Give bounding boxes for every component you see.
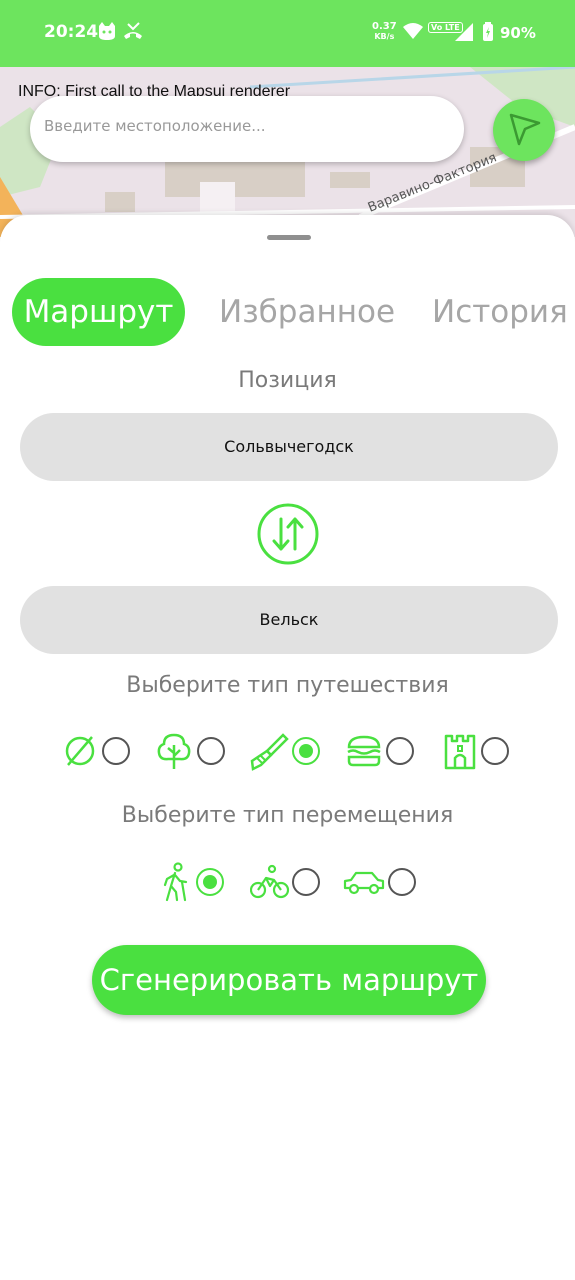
movement-option-car[interactable] — [342, 866, 416, 902]
burger-icon — [347, 735, 381, 767]
travel-radio-nature[interactable] — [197, 737, 225, 765]
tab-route[interactable]: Маршрут — [12, 278, 185, 346]
movement-option-walk[interactable] — [158, 862, 224, 906]
navigation-arrow-icon — [509, 113, 541, 146]
network-speed: 0.37 KB/s — [372, 22, 397, 42]
castle-icon — [444, 734, 476, 770]
position-label: Позиция — [238, 368, 337, 393]
paintbrush-icon — [250, 733, 289, 771]
status-time: 20:24 — [44, 22, 99, 42]
travel-option-none[interactable] — [62, 733, 130, 773]
travel-option-art[interactable] — [249, 731, 320, 775]
movement-radio-bike[interactable] — [292, 868, 320, 896]
signal-icon — [454, 22, 474, 46]
battery-icon — [482, 22, 494, 46]
net-speed-value: 0.37 — [372, 21, 397, 32]
movement-option-bike[interactable] — [249, 864, 320, 904]
movement-radio-car[interactable] — [388, 868, 416, 896]
missed-call-icon — [122, 20, 144, 46]
travel-radio-history[interactable] — [481, 737, 509, 765]
sheet-drag-handle[interactable] — [267, 235, 311, 240]
movement-radio-walk[interactable] — [196, 868, 224, 896]
travel-radio-none[interactable] — [102, 737, 130, 765]
battery-percent: 90% — [500, 24, 536, 42]
car-icon — [343, 871, 385, 895]
location-search-input[interactable] — [42, 116, 446, 136]
movement-type-label: Выберите тип перемещения — [121, 803, 454, 828]
tab-favorites[interactable]: Избранное — [219, 278, 395, 346]
travel-option-food[interactable] — [345, 733, 414, 773]
tree-icon — [157, 733, 191, 769]
wifi-icon — [402, 22, 424, 44]
generate-route-button[interactable]: Сгенерировать маршрут — [92, 945, 486, 1015]
navigation-button[interactable] — [493, 99, 555, 161]
status-bar: 20:24 0.37 KB/s Vo LTE 90% — [0, 0, 575, 67]
travel-option-history[interactable] — [442, 732, 509, 774]
travel-type-label: Выберите тип путешествия — [126, 673, 449, 698]
travel-option-nature[interactable] — [155, 731, 225, 775]
travel-radio-food[interactable] — [386, 737, 414, 765]
walking-icon — [163, 862, 188, 902]
cat-icon — [96, 20, 118, 46]
swap-locations-button[interactable] — [257, 503, 319, 565]
none-icon — [65, 736, 95, 766]
travel-radio-art[interactable] — [292, 737, 320, 765]
to-location-field[interactable]: Вельск — [20, 586, 558, 654]
swap-icon — [257, 503, 319, 565]
net-speed-unit: KB/s — [374, 32, 395, 41]
bicycle-icon — [249, 864, 290, 899]
from-location-field[interactable]: Сольвычегодск — [20, 413, 558, 481]
tab-history[interactable]: История — [432, 278, 568, 346]
location-search-box[interactable] — [30, 96, 464, 162]
